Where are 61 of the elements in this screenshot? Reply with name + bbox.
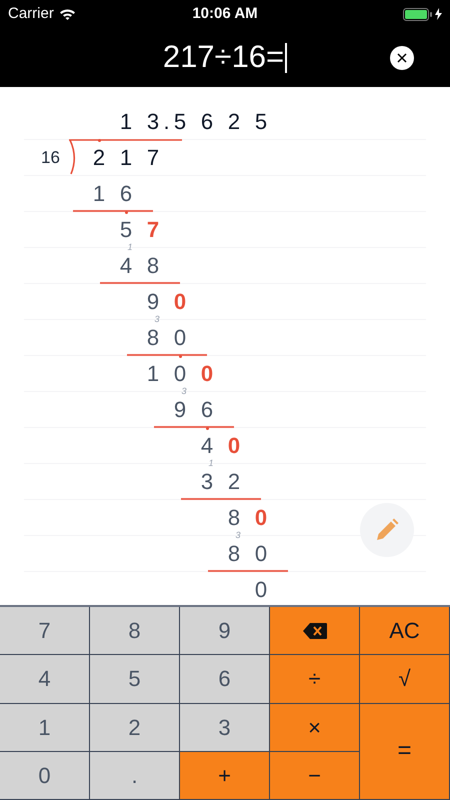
quotient-digit: 1: [119, 108, 133, 136]
digit-key[interactable]: 0: [0, 752, 90, 800]
digit: 6: [200, 396, 214, 424]
battery-icon: [403, 8, 432, 20]
digit: 2: [86, 141, 112, 174]
digit: 0: [226, 432, 242, 460]
digit-key[interactable]: 4: [0, 655, 90, 704]
digit: 8: [226, 504, 242, 532]
digit-key[interactable]: 8: [90, 607, 180, 656]
digit-key[interactable]: .: [90, 752, 180, 800]
carry-number: 1: [208, 457, 214, 470]
digit: 7: [146, 216, 160, 244]
digit-key[interactable]: 5: [90, 655, 180, 704]
quotient-digit: 5: [173, 108, 187, 136]
carry-number: 3: [236, 529, 241, 542]
decimal-point: .: [164, 108, 170, 136]
operator-key[interactable]: +: [180, 752, 270, 800]
clear-button[interactable]: [390, 46, 414, 70]
operator-key[interactable]: ×: [270, 704, 360, 752]
digit: 1: [92, 180, 106, 208]
digit-key[interactable]: 6: [180, 655, 270, 704]
digit-key[interactable]: 3: [180, 704, 270, 752]
operator-key[interactable]: AC: [360, 607, 450, 656]
close-icon: [397, 53, 407, 63]
digit-key[interactable]: 2: [90, 704, 180, 752]
digit: 1: [118, 144, 134, 172]
digit: 9: [146, 288, 160, 316]
digit: 1: [146, 360, 160, 388]
digit: 8: [146, 252, 160, 280]
pencil-icon: [375, 518, 399, 542]
quotient-digit: 5: [254, 108, 268, 136]
divisor: 16: [41, 146, 60, 169]
digit: 0: [172, 324, 188, 352]
clock-time: 10:06 AM: [192, 4, 258, 24]
digit-key[interactable]: 9: [180, 607, 270, 656]
digit: 0: [172, 288, 188, 316]
digit: 6: [118, 180, 134, 208]
operator-key[interactable]: −: [270, 752, 360, 800]
expression-field[interactable]: 217÷16=: [162, 34, 288, 81]
digit-key[interactable]: 1: [0, 704, 90, 752]
backspace-key[interactable]: [270, 607, 360, 656]
quotient-digit: 2: [227, 108, 241, 136]
wifi-icon: [58, 8, 76, 20]
charging-bolt-icon: [435, 8, 442, 20]
digit: 0: [200, 360, 214, 388]
operator-key[interactable]: √: [360, 655, 450, 704]
carry-number: 1: [128, 241, 133, 254]
equals-key[interactable]: =: [360, 704, 450, 800]
operator-key[interactable]: ÷: [270, 655, 360, 704]
carry-number: 3: [154, 313, 160, 326]
digit: 2: [226, 468, 242, 496]
digit: 0: [254, 540, 268, 568]
backspace-icon: [302, 622, 326, 639]
digit-key[interactable]: 7: [0, 607, 90, 656]
digit: 0: [254, 576, 268, 604]
digit: 0: [254, 504, 268, 532]
quotient-digit: 6: [200, 108, 214, 136]
digit: 7: [146, 144, 160, 172]
carrier-label: Carrier: [8, 4, 54, 24]
quotient-digit: 3: [146, 108, 160, 136]
carry-number: 3: [182, 385, 187, 398]
